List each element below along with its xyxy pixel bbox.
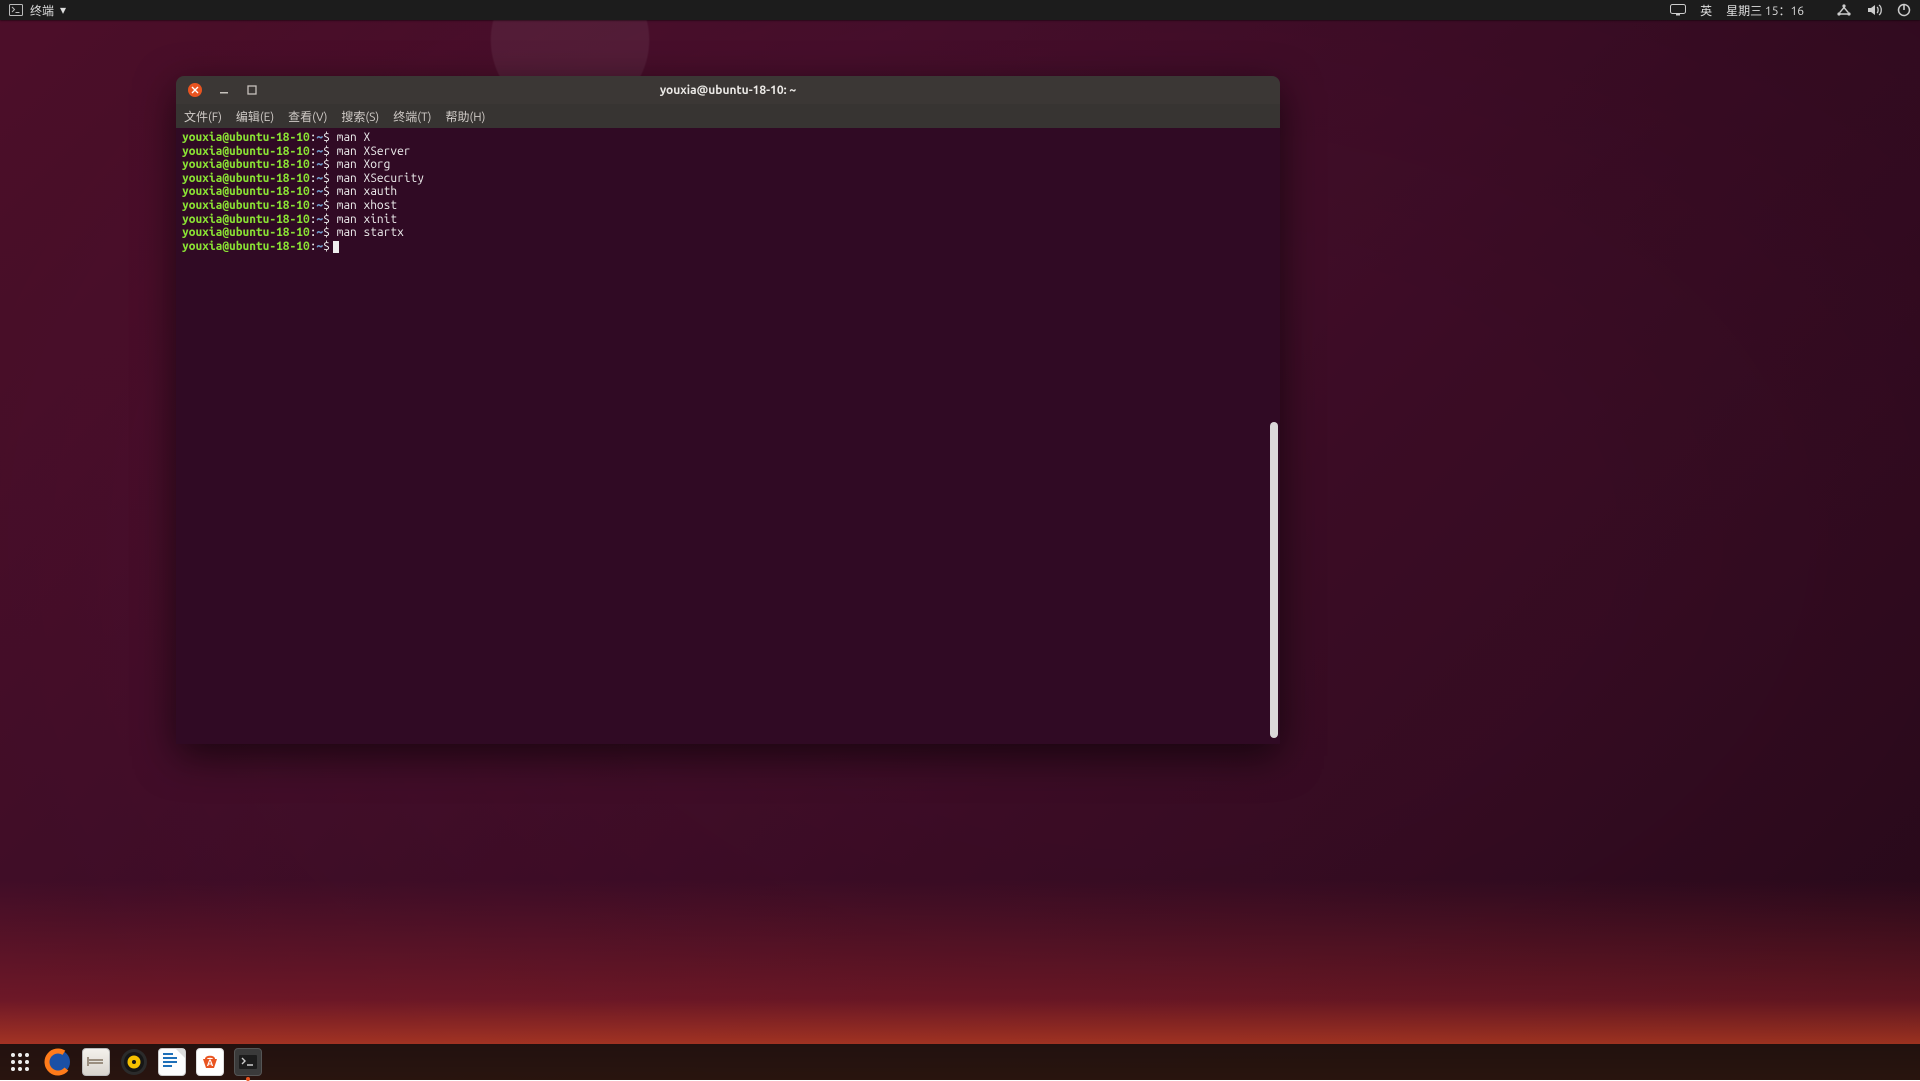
firefox-icon[interactable] (44, 1048, 72, 1076)
ubuntu-software-icon[interactable]: A (196, 1048, 224, 1076)
terminal-cursor (333, 241, 339, 253)
terminal-line: youxia@ubuntu-18-10:~$ man xauth (182, 185, 1274, 199)
rhythmbox-icon[interactable] (120, 1048, 148, 1076)
panel-clock[interactable]: 星期三 15：16 (1726, 2, 1804, 19)
volume-icon[interactable] (1866, 2, 1882, 18)
terminal-scrollbar-thumb[interactable] (1270, 422, 1278, 738)
window-title: youxia@ubuntu-18-10: ~ (176, 84, 1280, 97)
menu-help[interactable]: 帮助(H) (445, 108, 485, 125)
power-icon[interactable] (1896, 2, 1912, 18)
terminal-line: youxia@ubuntu-18-10:~$ man XSecurity (182, 172, 1274, 186)
keyboard-indicator-icon[interactable] (1670, 2, 1686, 18)
show-applications-icon[interactable] (6, 1048, 34, 1076)
terminal-line: youxia@ubuntu-18-10:~$ man startx (182, 226, 1274, 240)
terminal-line: youxia@ubuntu-18-10:~$ man X (182, 131, 1274, 145)
terminal-line: youxia@ubuntu-18-10:~$ man XServer (182, 145, 1274, 159)
terminal-window: youxia@ubuntu-18-10: ~ 文件(F) 编辑(E) 查看(V)… (176, 76, 1280, 744)
svg-text:A: A (207, 1058, 214, 1068)
terminal-viewport[interactable]: youxia@ubuntu-18-10:~$ man Xyouxia@ubunt… (176, 128, 1280, 744)
terminal-dock-icon[interactable] (234, 1048, 262, 1076)
terminal-line: youxia@ubuntu-18-10:~$ man Xorg (182, 158, 1274, 172)
menu-edit[interactable]: 编辑(E) (236, 108, 274, 125)
menu-view[interactable]: 查看(V) (288, 108, 327, 125)
menu-terminal[interactable]: 终端(T) (393, 108, 431, 125)
terminal-line: youxia@ubuntu-18-10:~$ man xinit (182, 213, 1274, 227)
terminal-line: youxia@ubuntu-18-10:~$ (182, 240, 1274, 254)
window-close-button[interactable] (188, 83, 202, 97)
ime-indicator[interactable]: 英 (1700, 2, 1712, 19)
network-icon[interactable] (1836, 2, 1852, 18)
window-maximize-button[interactable] (242, 80, 262, 100)
window-titlebar[interactable]: youxia@ubuntu-18-10: ~ (176, 76, 1280, 104)
top-panel: 终端 ▾ 英 星期三 15：16 (0, 0, 1920, 20)
terminal-menubar: 文件(F) 编辑(E) 查看(V) 搜索(S) 终端(T) 帮助(H) (176, 104, 1280, 128)
active-app-label[interactable]: 终端 (30, 2, 54, 19)
menu-search[interactable]: 搜索(S) (341, 108, 379, 125)
menu-file[interactable]: 文件(F) (184, 108, 222, 125)
libreoffice-writer-icon[interactable] (158, 1048, 186, 1076)
dock-panel: A (0, 1044, 1920, 1080)
terminal-indicator-icon (8, 2, 24, 18)
window-minimize-button[interactable] (214, 80, 234, 100)
terminal-line: youxia@ubuntu-18-10:~$ man xhost (182, 199, 1274, 213)
files-icon[interactable] (82, 1048, 110, 1076)
active-app-menu-chevron-icon[interactable]: ▾ (60, 3, 66, 17)
